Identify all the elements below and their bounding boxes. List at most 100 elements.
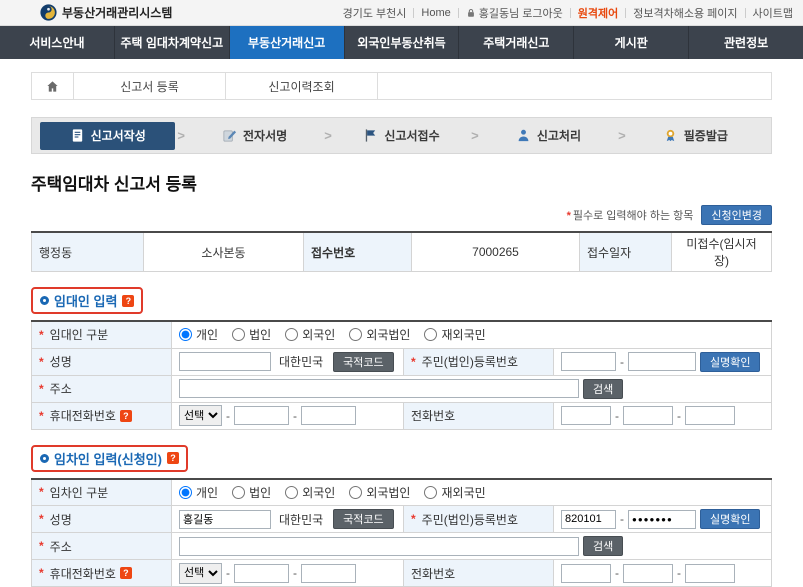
table-row: *휴대전화번호? 선택 - - 전화번호 - - bbox=[32, 560, 772, 587]
top-utility-bar: 부동산거래관리시스템 경기도 부천시 Home 홍길동님 로그아웃 원격제어 정… bbox=[0, 0, 803, 26]
table-row: *임차인 구분 개인 법인 외국인 외국법인 재외국민 bbox=[32, 479, 772, 506]
tenant-name-input[interactable] bbox=[179, 510, 271, 529]
certificate-icon bbox=[663, 128, 678, 143]
lessor-type-radios: 개인 법인 외국인 외국법인 재외국민 bbox=[179, 326, 764, 343]
lessor-phone-area-input[interactable] bbox=[561, 406, 611, 425]
lessor-radio-overseas-korean[interactable]: 재외국민 bbox=[424, 326, 485, 343]
table-row: *주소 검색 bbox=[32, 375, 772, 402]
tenant-nationality-code-button[interactable]: 국적코드 bbox=[333, 509, 393, 529]
section-bullet-icon bbox=[40, 296, 49, 305]
nav-foreigner-acquisition[interactable]: 외국인부동산취득 bbox=[345, 26, 460, 59]
dash: - bbox=[615, 566, 619, 580]
step-certificate-issue[interactable]: 필증발급 bbox=[628, 122, 763, 150]
tenant-radio-overseas-korean[interactable]: 재외국민 bbox=[424, 484, 485, 501]
help-icon[interactable]: ? bbox=[122, 295, 134, 307]
app-logo[interactable]: 부동산거래관리시스템 bbox=[40, 4, 172, 21]
tenant-radio-corporation[interactable]: 법인 bbox=[232, 484, 271, 501]
radio-input[interactable] bbox=[179, 486, 192, 499]
step-write-report[interactable]: 신고서작성 bbox=[40, 122, 175, 150]
step-processing[interactable]: 신고처리 bbox=[481, 122, 616, 150]
tenant-mobile-prefix-select[interactable]: 선택 bbox=[179, 563, 222, 584]
breadcrumb-home[interactable] bbox=[32, 73, 74, 99]
lessor-radio-corporation[interactable]: 법인 bbox=[232, 326, 271, 343]
lessor-regno-back-input[interactable] bbox=[628, 352, 696, 371]
change-applicant-button[interactable]: 신청인변경 bbox=[701, 205, 772, 225]
home-icon bbox=[46, 80, 59, 93]
help-icon[interactable]: ? bbox=[167, 452, 179, 464]
radio-input[interactable] bbox=[424, 328, 437, 341]
lessor-address-input[interactable] bbox=[179, 379, 579, 398]
radio-input[interactable] bbox=[285, 328, 298, 341]
lessor-mobile-last-input[interactable] bbox=[301, 406, 356, 425]
tenant-regno-back-input[interactable] bbox=[628, 510, 696, 529]
toplink-home[interactable]: Home bbox=[421, 7, 450, 19]
nav-lease-contract-report[interactable]: 주택 임대차계약신고 bbox=[115, 26, 230, 59]
tenant-mobile-last-input[interactable] bbox=[301, 564, 356, 583]
tenant-radio-individual[interactable]: 개인 bbox=[179, 484, 218, 501]
nav-housing-transaction-report[interactable]: 주택거래신고 bbox=[459, 26, 574, 59]
step-esign[interactable]: 전자서명 bbox=[187, 122, 322, 150]
breadcrumb-report-history[interactable]: 신고이력조회 bbox=[226, 73, 378, 99]
tenant-verify-name-button[interactable]: 실명확인 bbox=[700, 509, 760, 529]
tenant-section-title: 임차인 입력(신청인) bbox=[54, 449, 162, 468]
toplink-remote-control[interactable]: 원격제어 bbox=[578, 5, 618, 21]
lessor-nationality-code-button[interactable]: 국적코드 bbox=[333, 352, 393, 372]
radio-input[interactable] bbox=[232, 486, 245, 499]
tenant-phone-area-input[interactable] bbox=[561, 564, 611, 583]
person-icon bbox=[516, 128, 531, 143]
nav-service-guide[interactable]: 서비스안내 bbox=[0, 26, 115, 59]
tenant-phone-mid-input[interactable] bbox=[623, 564, 673, 583]
page-title: 주택임대차 신고서 등록 bbox=[31, 170, 772, 195]
lessor-phone-last-input[interactable] bbox=[685, 406, 735, 425]
radio-input[interactable] bbox=[349, 486, 362, 499]
radio-input[interactable] bbox=[232, 328, 245, 341]
lessor-regno-front-input[interactable] bbox=[561, 352, 616, 371]
tenant-mobile-label: *휴대전화번호? bbox=[32, 560, 172, 587]
pencil-icon bbox=[222, 128, 237, 143]
chevron-right-icon: > bbox=[175, 128, 187, 143]
table-row: *성명 대한민국 국적코드 *주민(법인)등록번호 - 실명확인 bbox=[32, 506, 772, 533]
dash: - bbox=[677, 409, 681, 423]
radio-input[interactable] bbox=[349, 328, 362, 341]
tenant-mobile-mid-input[interactable] bbox=[234, 564, 289, 583]
lessor-phone-mid-input[interactable] bbox=[623, 406, 673, 425]
lessor-mobile-mid-input[interactable] bbox=[234, 406, 289, 425]
tenant-address-label: *주소 bbox=[32, 533, 172, 560]
lessor-regno-label: *주민(법인)등록번호 bbox=[404, 348, 554, 375]
document-icon bbox=[70, 128, 85, 143]
tenant-regno-front-input[interactable] bbox=[561, 510, 616, 529]
divider bbox=[458, 8, 459, 18]
lessor-radio-foreigner[interactable]: 외국인 bbox=[285, 326, 335, 343]
toplink-sitemap[interactable]: 사이트맵 bbox=[753, 5, 793, 21]
lessor-section-header: 임대인 입력 ? bbox=[31, 287, 143, 314]
nav-board[interactable]: 게시판 bbox=[574, 26, 689, 59]
toplink-logout[interactable]: 홍길동님 로그아웃 bbox=[466, 5, 563, 21]
tenant-address-input[interactable] bbox=[179, 537, 579, 556]
progress-steps: 신고서작성 > 전자서명 > 신고서접수 > 신고처리 > bbox=[31, 117, 772, 154]
lessor-radio-foreign-corp[interactable]: 외국법인 bbox=[349, 326, 410, 343]
lessor-address-search-button[interactable]: 검색 bbox=[583, 379, 623, 399]
breadcrumb-report-register[interactable]: 신고서 등록 bbox=[74, 73, 226, 99]
tenant-phone-last-input[interactable] bbox=[685, 564, 735, 583]
toplink-region[interactable]: 경기도 부천시 bbox=[343, 5, 407, 21]
lessor-mobile-prefix-select[interactable]: 선택 bbox=[179, 405, 222, 426]
lessor-radio-individual[interactable]: 개인 bbox=[179, 326, 218, 343]
nav-related-info[interactable]: 관련정보 bbox=[689, 26, 803, 59]
lessor-verify-name-button[interactable]: 실명확인 bbox=[700, 352, 760, 372]
step-receipt[interactable]: 신고서접수 bbox=[334, 122, 469, 150]
help-icon[interactable]: ? bbox=[120, 567, 132, 579]
radio-input[interactable] bbox=[424, 486, 437, 499]
tenant-address-search-button[interactable]: 검색 bbox=[583, 536, 623, 556]
toplink-accessibility[interactable]: 정보격차해소용 페이지 bbox=[633, 5, 737, 21]
divider bbox=[413, 8, 414, 18]
nav-realestate-transaction-report[interactable]: 부동산거래신고 bbox=[230, 26, 345, 59]
radio-input[interactable] bbox=[179, 328, 192, 341]
divider bbox=[625, 8, 626, 18]
help-icon[interactable]: ? bbox=[120, 410, 132, 422]
lock-icon bbox=[466, 8, 476, 18]
tenant-radio-foreign-corp[interactable]: 외국법인 bbox=[349, 484, 410, 501]
radio-input[interactable] bbox=[285, 486, 298, 499]
dash: - bbox=[677, 566, 681, 580]
tenant-radio-foreigner[interactable]: 외국인 bbox=[285, 484, 335, 501]
lessor-name-input[interactable] bbox=[179, 352, 271, 371]
